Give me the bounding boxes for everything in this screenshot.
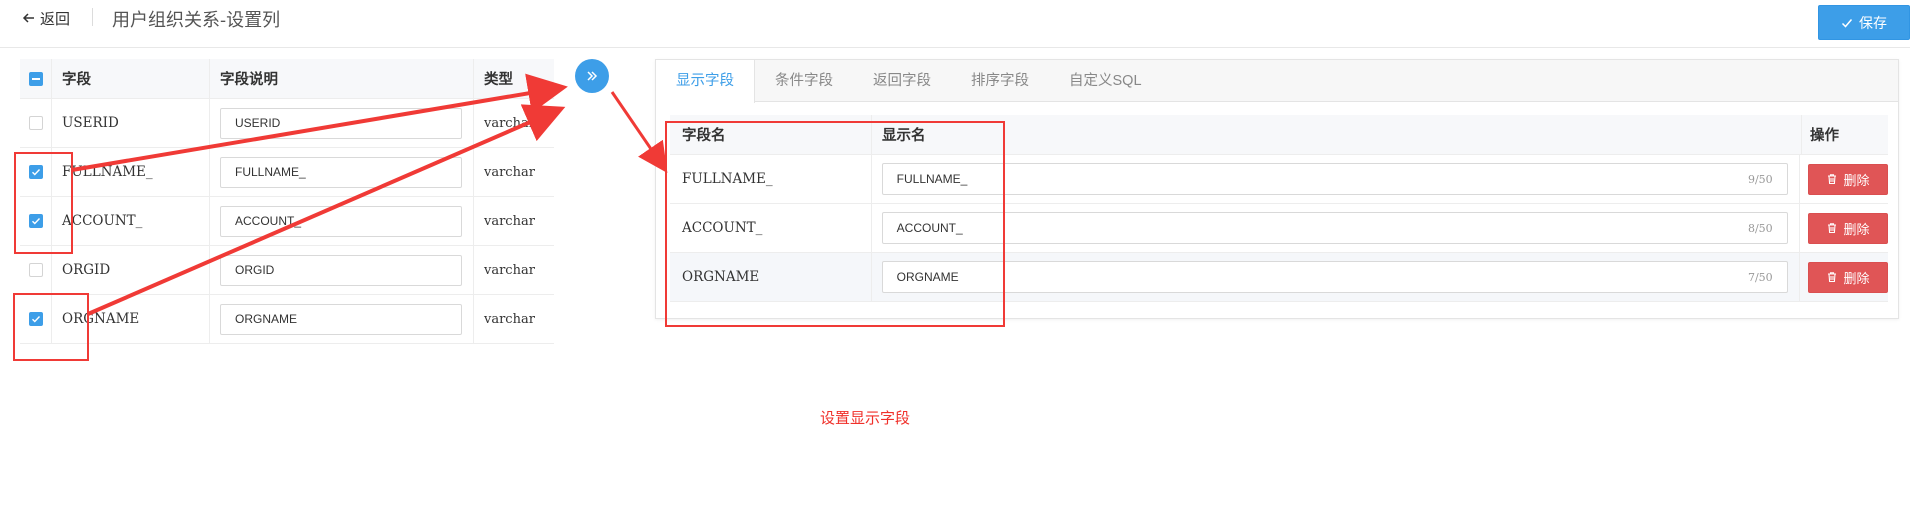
add-fields-button[interactable] <box>575 59 609 93</box>
header-divider <box>92 8 93 26</box>
tab-condition-fields[interactable]: 条件字段 <box>755 60 853 102</box>
checkbox-cell <box>20 295 52 343</box>
checkbox-cell <box>20 246 52 294</box>
annotation-caption: 设置显示字段 <box>819 410 910 427</box>
field-name: ORGID <box>52 246 210 294</box>
check-icon <box>31 169 40 176</box>
desc-cell <box>210 99 474 147</box>
field-desc-input[interactable] <box>220 254 462 286</box>
display-cell: ORGNAME 7/50 <box>872 253 1800 301</box>
back-label: 返回 <box>40 10 71 28</box>
arrow-left-icon <box>22 13 34 23</box>
display-cell: ACCOUNT_ 8/50 <box>872 204 1800 252</box>
trash-icon <box>1828 272 1837 283</box>
settings-panel: 显示字段 条件字段 返回字段 排序字段 自定义SQL 字段名 显示名 操作 FU… <box>655 59 1899 319</box>
select-all-cell <box>20 59 52 98</box>
check-icon <box>31 316 40 323</box>
row-checkbox[interactable] <box>28 116 43 130</box>
double-chevron-right-icon <box>587 71 598 81</box>
desc-cell <box>210 295 474 343</box>
display-name-input[interactable]: ORGNAME 7/50 <box>881 261 1788 293</box>
actions-cell: 删除 <box>1800 253 1888 301</box>
column-header-type: 类型 <box>484 71 513 88</box>
table-row: USERID varchar <box>20 99 554 148</box>
display-name-input[interactable]: FULLNAME_ 9/50 <box>881 163 1788 195</box>
actions-cell: 删除 <box>1800 155 1888 203</box>
display-field-table: 字段名 显示名 操作 FULLNAME_ FULLNAME_ 9/50 删除 A… <box>670 115 1888 302</box>
field-name: ORGNAME <box>670 253 872 301</box>
field-name: USERID <box>52 99 210 147</box>
char-counter: 9/50 <box>1747 172 1773 186</box>
row-checkbox[interactable] <box>28 214 43 228</box>
display-name-value: FULLNAME_ <box>896 172 968 186</box>
field-type: varchar <box>484 311 535 327</box>
save-label: 保存 <box>1859 14 1887 31</box>
tab-sort-fields[interactable]: 排序字段 <box>951 60 1049 102</box>
table-row: ORGID varchar <box>20 246 554 295</box>
trash-icon <box>1828 174 1837 185</box>
field-type: varchar <box>484 213 535 229</box>
display-cell: FULLNAME_ 9/50 <box>872 155 1800 203</box>
field-table: 字段 字段说明 类型 USERID varchar FULLNAME_ varc… <box>20 59 554 344</box>
checkbox-cell <box>20 197 52 245</box>
back-button[interactable]: 返回 <box>22 8 70 28</box>
column-header-actions: 操作 <box>1810 127 1839 144</box>
field-name: ACCOUNT_ <box>670 204 872 252</box>
save-button[interactable]: 保存 <box>1818 5 1910 40</box>
field-desc-input[interactable] <box>220 303 462 335</box>
field-type: varchar <box>484 115 535 131</box>
delete-label: 删除 <box>1843 173 1870 189</box>
column-header-desc: 字段说明 <box>210 59 474 98</box>
actions-cell: 删除 <box>1800 204 1888 252</box>
tab-custom-sql[interactable]: 自定义SQL <box>1049 60 1162 102</box>
delete-button[interactable]: 删除 <box>1808 261 1888 293</box>
desc-cell <box>210 197 474 245</box>
checkbox-cell <box>20 148 52 196</box>
trash-icon <box>1828 223 1837 234</box>
field-desc-input[interactable] <box>220 205 462 237</box>
field-type: varchar <box>484 164 535 180</box>
field-table-header: 字段 字段说明 类型 <box>20 59 554 99</box>
column-header-display-name: 显示名 <box>872 115 1802 154</box>
field-desc-input[interactable] <box>220 156 462 188</box>
tab-return-fields[interactable]: 返回字段 <box>853 60 951 102</box>
field-name: FULLNAME_ <box>52 148 210 196</box>
table-row: ACCOUNT_ varchar <box>20 197 554 246</box>
table-row: FULLNAME_ FULLNAME_ 9/50 删除 <box>670 155 1888 204</box>
table-row: ORGNAME ORGNAME 7/50 删除 <box>670 253 1888 302</box>
delete-label: 删除 <box>1843 271 1870 287</box>
column-header-field-name: 字段名 <box>670 115 872 154</box>
table-row: FULLNAME_ varchar <box>20 148 554 197</box>
table-row: ACCOUNT_ ACCOUNT_ 8/50 删除 <box>670 204 1888 253</box>
row-checkbox[interactable] <box>28 263 43 277</box>
field-desc-input[interactable] <box>220 107 462 139</box>
check-icon <box>31 218 40 225</box>
checkbox-cell <box>20 99 52 147</box>
desc-cell <box>210 148 474 196</box>
tab-display-fields[interactable]: 显示字段 <box>656 60 755 103</box>
row-checkbox[interactable] <box>28 165 43 179</box>
desc-cell <box>210 246 474 294</box>
display-name-input[interactable]: ACCOUNT_ 8/50 <box>881 212 1788 244</box>
display-name-value: ACCOUNT_ <box>896 221 963 235</box>
char-counter: 7/50 <box>1747 270 1773 284</box>
check-icon <box>1841 18 1853 28</box>
field-name: ORGNAME <box>52 295 210 343</box>
delete-label: 删除 <box>1843 222 1870 238</box>
field-name: FULLNAME_ <box>670 155 872 203</box>
column-header-field: 字段 <box>52 59 210 98</box>
delete-button[interactable]: 删除 <box>1808 163 1888 195</box>
page-title: 用户组织关系-设置列 <box>112 10 281 31</box>
page-header: 返回 用户组织关系-设置列 保存 <box>0 0 1910 48</box>
table-row: ORGNAME varchar <box>20 295 554 344</box>
tab-bar: 显示字段 条件字段 返回字段 排序字段 自定义SQL <box>656 60 1898 103</box>
delete-button[interactable]: 删除 <box>1808 212 1888 244</box>
select-all-checkbox[interactable] <box>28 71 43 86</box>
field-type: varchar <box>484 262 535 278</box>
field-name: ACCOUNT_ <box>52 197 210 245</box>
display-table-header: 字段名 显示名 操作 <box>670 115 1888 155</box>
display-name-value: ORGNAME <box>896 270 959 284</box>
row-checkbox[interactable] <box>28 312 43 326</box>
char-counter: 8/50 <box>1747 221 1773 235</box>
